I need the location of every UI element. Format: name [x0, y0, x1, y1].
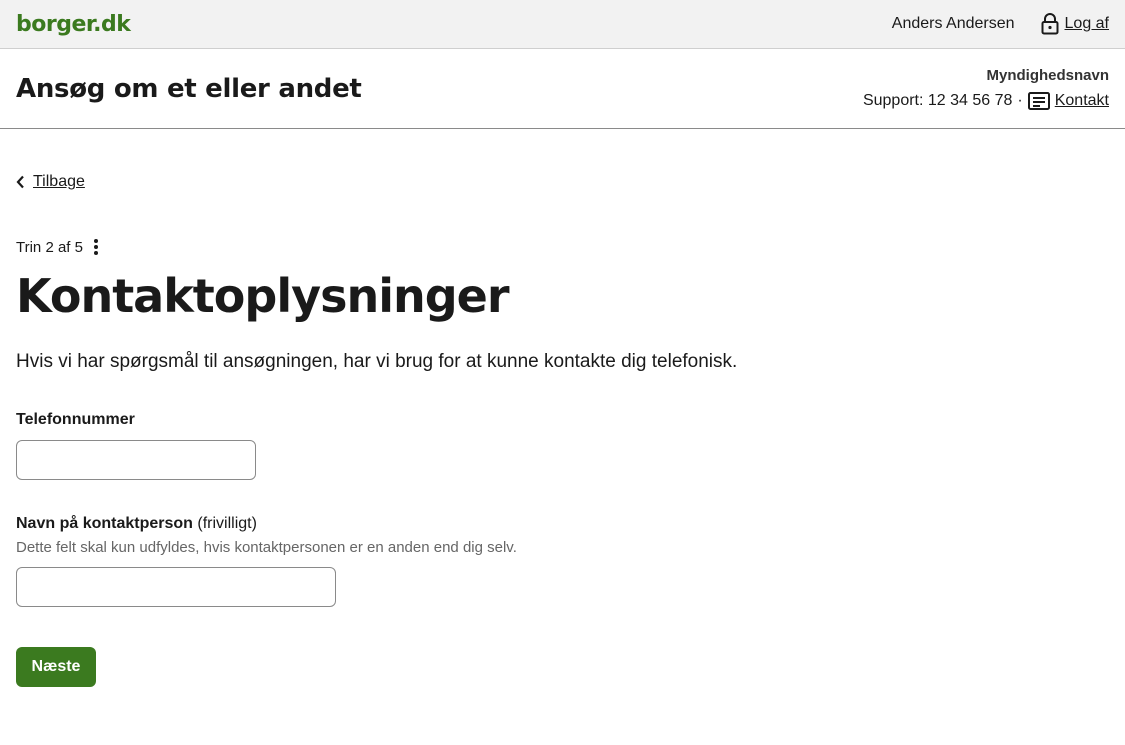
- logout-label[interactable]: Log af: [1065, 15, 1109, 33]
- contact-person-hint: Dette felt skal kun udfyldes, hvis konta…: [16, 539, 517, 556]
- contact-person-label-text: Navn på kontaktperson: [16, 515, 193, 532]
- intro-text: Hvis vi har spørgsmål til ansøgningen, h…: [16, 351, 738, 372]
- application-title: Ansøg om et eller andet: [16, 73, 362, 104]
- back-label[interactable]: Tilbage: [33, 173, 85, 191]
- more-vertical-icon[interactable]: [93, 238, 99, 256]
- lock-icon: [1041, 13, 1059, 35]
- logout-button[interactable]: Log af: [1041, 13, 1109, 35]
- step-text: Trin 2 af 5: [16, 238, 83, 256]
- authority-name: Myndighedsnavn: [986, 67, 1109, 84]
- support-line: Support: 12 34 56 78 · Kontakt: [863, 92, 1109, 110]
- top-bar: borger.dk Anders Andersen Log af: [0, 0, 1125, 49]
- main-content: Tilbage Trin 2 af 5 Kontaktoplysninger H…: [0, 173, 1125, 687]
- next-button[interactable]: Næste: [16, 647, 96, 687]
- message-icon: [1027, 92, 1050, 110]
- user-area: Anders Andersen Log af: [892, 13, 1109, 35]
- phone-input[interactable]: [16, 440, 256, 480]
- optional-marker: (frivilligt): [197, 515, 257, 532]
- site-logo[interactable]: borger.dk: [16, 12, 131, 37]
- separator: ·: [1017, 92, 1023, 109]
- contact-person-field-group: Navn på kontaktperson (frivilligt) Dette…: [16, 515, 1109, 607]
- chevron-left-icon: [16, 175, 25, 189]
- user-name: Anders Andersen: [891, 15, 1015, 32]
- phone-label: Telefonnummer: [16, 411, 135, 428]
- step-indicator: Trin 2 af 5: [16, 237, 1109, 257]
- contact-person-input[interactable]: [16, 567, 336, 607]
- phone-field-group: Telefonnummer: [16, 411, 1109, 480]
- back-link[interactable]: Tilbage: [16, 173, 1109, 191]
- authority-info: Myndighedsnavn Support: 12 34 56 78 · Ko…: [863, 67, 1109, 110]
- support-phone: Support: 12 34 56 78: [862, 92, 1013, 109]
- contact-link[interactable]: Kontakt: [1055, 92, 1109, 110]
- contact-person-label: Navn på kontaktperson (frivilligt): [16, 515, 1109, 533]
- app-header: Ansøg om et eller andet Myndighedsnavn S…: [0, 49, 1125, 129]
- page-title: Kontaktoplysninger: [16, 269, 510, 323]
